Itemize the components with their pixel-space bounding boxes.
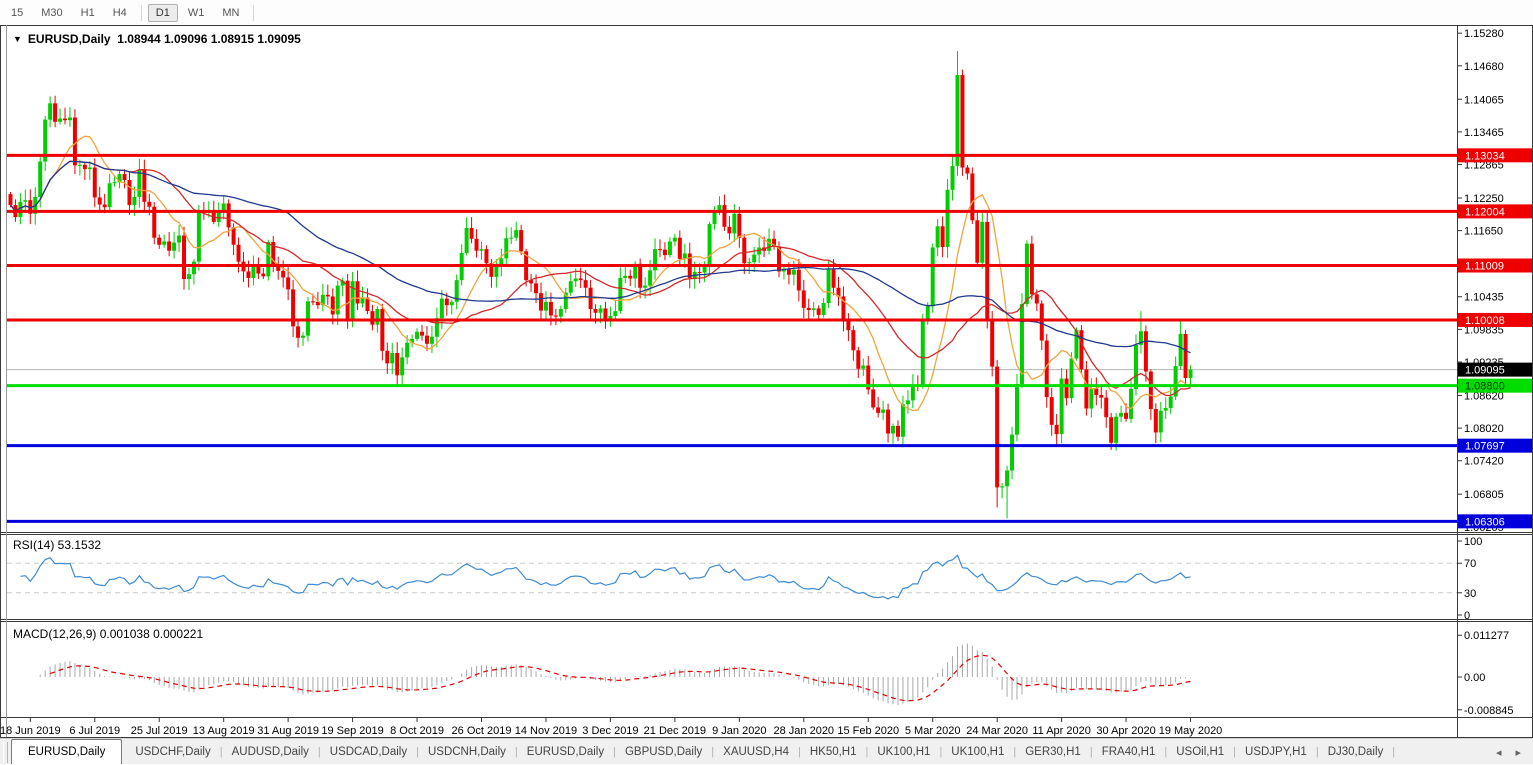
toolbar-separator <box>253 4 255 21</box>
symbol-dropdown-icon[interactable]: ▼ <box>13 34 22 44</box>
tab-scroll-left-icon[interactable]: ◂ <box>1496 746 1502 759</box>
timeframe-button-15[interactable]: 15 <box>3 4 31 22</box>
timeframe-toolbar: 15 M30 H1 H4 D1 W1 MN <box>0 0 1533 25</box>
chart-title-ohlc: 1.08944 1.09096 1.08915 1.09095 <box>117 32 301 46</box>
macd-panel[interactable] <box>7 622 1457 718</box>
rsi-label: RSI(14) 53.1532 <box>13 538 102 552</box>
macd-label: MACD(12,26,9) 0.001038 0.000221 <box>13 627 204 641</box>
symbol-tab[interactable]: UK100,H1 <box>942 739 1013 764</box>
timeframe-button-d1[interactable]: D1 <box>147 3 178 22</box>
timeframe-button-mn[interactable]: MN <box>214 4 247 22</box>
symbol-tab[interactable]: USDJPY,H1 <box>1236 739 1316 764</box>
symbol-tab[interactable]: EURUSD,Daily <box>518 739 613 764</box>
symbol-tab[interactable]: GBPUSD,Daily <box>616 739 711 764</box>
tabbar-grip <box>3 742 8 763</box>
timeframe-button-w1[interactable]: W1 <box>180 4 213 22</box>
rsi-panel[interactable] <box>7 535 1457 620</box>
price-axis[interactable] <box>1458 25 1533 718</box>
symbol-tab-bar: EURUSD,Daily USDCHF,Daily | AUDUSD,Daily | US… <box>0 738 1533 764</box>
symbol-tab[interactable]: AUDUSD,Daily <box>223 739 318 764</box>
timeframe-button-m30[interactable]: M30 <box>33 4 70 22</box>
symbol-tab[interactable]: XAUUSD,H4 <box>714 739 798 764</box>
symbol-tab[interactable]: USDCNH,Daily <box>419 739 515 764</box>
chart-window: 1.15280 1.14680 1.14065 1.13465 1.12865 1.122… <box>0 25 1533 738</box>
tab-scroll-arrows: ◂ ▸ <box>1496 739 1521 765</box>
main-chart-plot-area[interactable] <box>7 25 1457 532</box>
tab-scroll-right-icon[interactable]: ▸ <box>1515 746 1521 759</box>
symbol-tab[interactable]: HK50,H1 <box>801 739 866 764</box>
symbol-tab[interactable]: UK100,H1 <box>868 739 939 764</box>
symbol-tab[interactable]: USDCAD,Daily <box>321 739 416 764</box>
symbol-tab[interactable]: GER30,H1 <box>1016 739 1090 764</box>
chart-title: ▼ EURUSD,Daily 1.08944 1.09096 1.08915 1.… <box>13 32 301 46</box>
symbol-tab[interactable]: USOil,H1 <box>1167 739 1233 764</box>
tab-separator: | <box>1392 745 1396 758</box>
symbol-tab[interactable]: FRA40,H1 <box>1093 739 1165 764</box>
symbol-tab[interactable]: USDCHF,Daily <box>126 739 219 764</box>
toolbar-separator <box>140 4 142 21</box>
symbol-tab[interactable]: DJ30,Daily <box>1319 739 1393 764</box>
time-axis[interactable] <box>7 718 1457 737</box>
symbol-tab-active[interactable]: EURUSD,Daily <box>11 739 123 764</box>
chart-title-symbol: EURUSD,Daily <box>27 32 111 46</box>
timeframe-button-h4[interactable]: H4 <box>105 4 135 22</box>
timeframe-button-h1[interactable]: H1 <box>73 4 103 22</box>
tabs-container: EURUSD,Daily USDCHF,Daily | AUDUSD,Daily | US… <box>11 739 1395 764</box>
